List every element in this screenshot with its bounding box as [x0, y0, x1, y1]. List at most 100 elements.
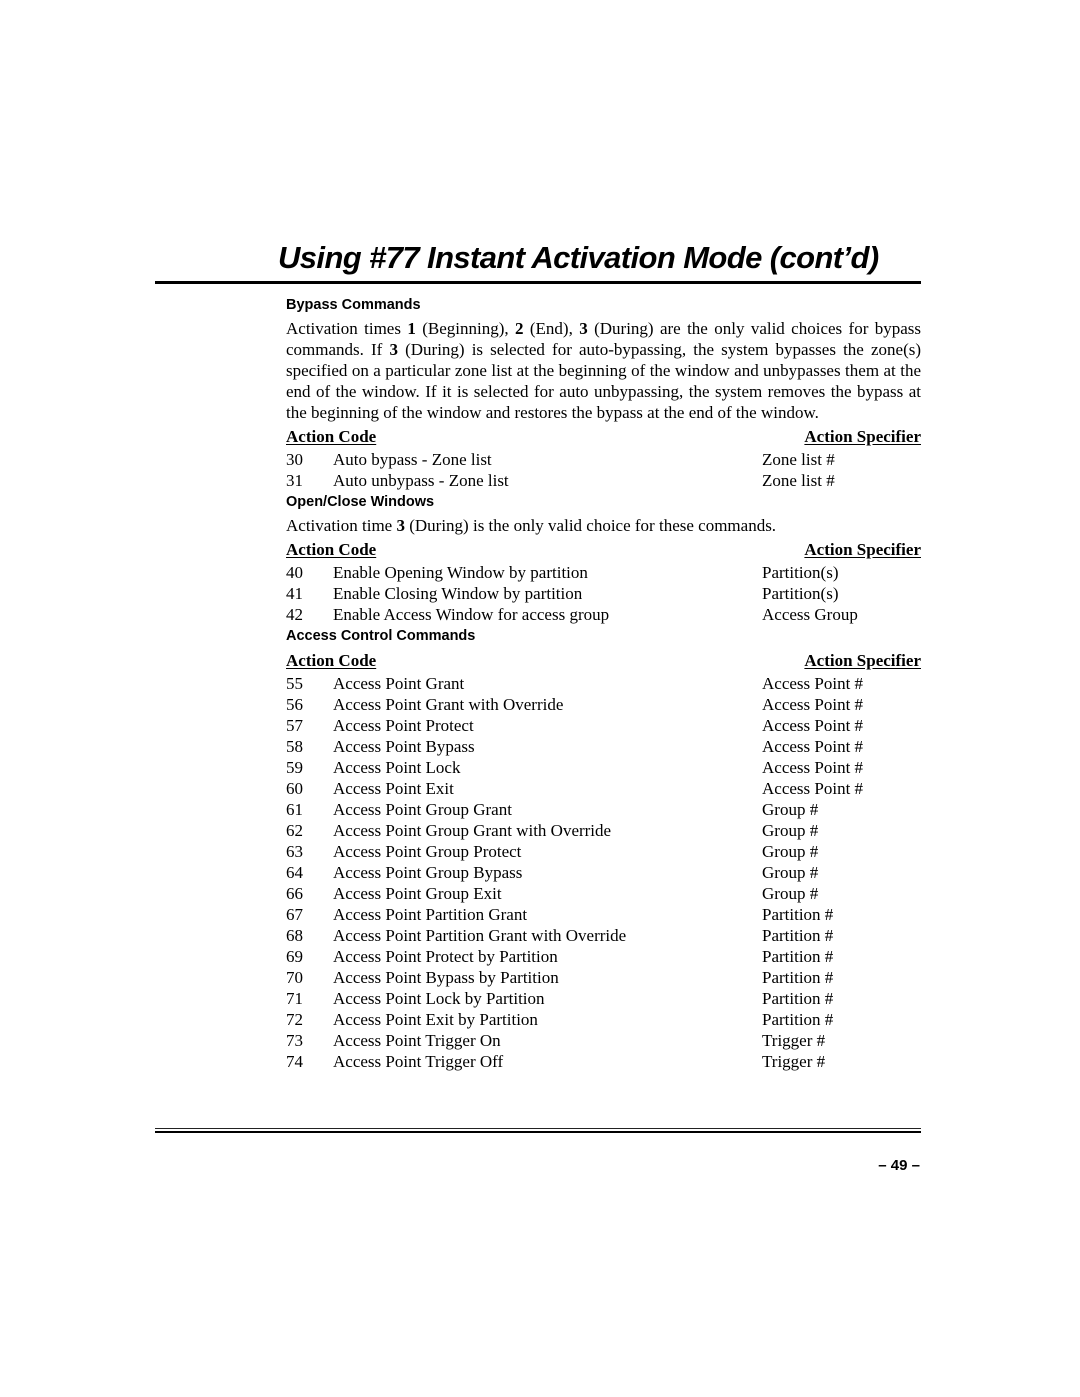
action-code: 55 — [286, 674, 303, 693]
table-row: 66 Access Point Group Exit Group # — [286, 883, 921, 904]
bold-number: 2 — [515, 319, 524, 338]
action-description: Access Point Lock — [333, 758, 461, 777]
bold-number: 3 — [396, 516, 405, 535]
action-specifier: Access Point # — [762, 674, 864, 693]
action-specifier: Zone list # — [762, 450, 835, 469]
action-code: 56 — [286, 695, 303, 714]
table-row: 69 Access Point Protect by Partition Parti… — [286, 946, 921, 967]
header-action-code: Action Code — [286, 540, 377, 559]
action-code: 67 — [286, 905, 303, 924]
page-number: – 49 – — [878, 1157, 920, 1174]
action-code: 60 — [286, 779, 303, 798]
action-code: 71 — [286, 989, 303, 1008]
section-open-close-windows: Open/Close Windows Activation time 3 (Du… — [286, 491, 921, 625]
action-description: Access Point Trigger Off — [333, 1052, 504, 1071]
action-specifier: Access Group — [762, 605, 858, 624]
section-paragraph: Activation time 3 (During) is the only v… — [286, 516, 777, 535]
action-code: 66 — [286, 884, 303, 903]
action-specifier: Partition # — [762, 947, 834, 966]
action-table: 30 Auto bypass - Zone list Zone list # 31 Au… — [286, 449, 921, 491]
page-content: Bypass Commands Activation times 1 (Begi… — [286, 294, 921, 1072]
action-description: Access Point Group Exit — [333, 884, 502, 903]
action-specifier: Access Point # — [762, 716, 864, 735]
table-row: 59 Access Point Lock Access Point # — [286, 757, 921, 778]
action-description: Access Point Partition Grant with Overri… — [333, 926, 627, 945]
action-description: Access Point Protect by Partition — [333, 947, 558, 966]
action-code: 31 — [286, 471, 303, 490]
action-specifier: Group # — [762, 884, 819, 903]
action-code: 62 — [286, 821, 303, 840]
action-specifier: Partition # — [762, 968, 834, 987]
action-code: 57 — [286, 716, 303, 735]
table-row: 57 Access Point Protect Access Point # — [286, 715, 921, 736]
footer-rule — [155, 1128, 921, 1133]
action-description: Auto bypass - Zone list — [333, 450, 492, 469]
action-specifier: Trigger # — [762, 1052, 826, 1071]
table-row: 72 Access Point Exit by Partition Partitio… — [286, 1009, 921, 1030]
table-row: 40 Enable Opening Window by partition Part… — [286, 562, 921, 583]
title-rule — [155, 281, 921, 284]
header-action-code: Action Code — [286, 651, 377, 670]
bold-number: 1 — [407, 319, 416, 338]
action-code: 70 — [286, 968, 303, 987]
action-description: Access Point Trigger On — [333, 1031, 501, 1050]
action-specifier: Access Point # — [762, 758, 864, 777]
section-heading: Open/Close Windows — [286, 494, 435, 510]
action-specifier: Group # — [762, 800, 819, 819]
section-access-control-commands: Access Control Commands Action Code Acti… — [286, 625, 921, 1072]
action-code: 61 — [286, 800, 303, 819]
table-row: 56 Access Point Grant with Override Access… — [286, 694, 921, 715]
table-row: 68 Access Point Partition Grant with Over… — [286, 925, 921, 946]
table-header: Action Code Action Specifier — [286, 649, 921, 673]
table-row: 67 Access Point Partition Grant Partition … — [286, 904, 921, 925]
action-code: 40 — [286, 563, 303, 582]
action-specifier: Access Point # — [762, 737, 864, 756]
page-title: Using #77 Instant Activation Mode (cont’… — [278, 240, 879, 275]
action-description: Access Point Group Grant — [333, 800, 512, 819]
action-code: 58 — [286, 737, 303, 756]
action-description: Auto unbypass - Zone list — [333, 471, 509, 490]
table-row: 62 Access Point Group Grant with Override… — [286, 820, 921, 841]
action-description: Access Point Exit — [333, 779, 454, 798]
action-specifier: Group # — [762, 821, 819, 840]
header-action-code: Action Code — [286, 427, 377, 446]
header-action-specifier: Action Specifier — [804, 540, 921, 559]
action-code: 63 — [286, 842, 303, 861]
action-specifier: Zone list # — [762, 471, 835, 490]
action-specifier: Access Point # — [762, 695, 864, 714]
action-code: 30 — [286, 450, 303, 469]
action-specifier: Access Point # — [762, 779, 864, 798]
action-specifier: Trigger # — [762, 1031, 826, 1050]
action-code: 64 — [286, 863, 303, 882]
action-code: 68 — [286, 926, 303, 945]
action-description: Access Point Group Bypass — [333, 863, 523, 882]
action-table: 55 Access Point Grant Access Point # 56 Acce… — [286, 673, 921, 1072]
action-code: 69 — [286, 947, 303, 966]
action-code: 72 — [286, 1010, 303, 1029]
action-code: 42 — [286, 605, 303, 624]
action-specifier: Partition(s) — [762, 584, 839, 603]
action-code: 59 — [286, 758, 303, 777]
action-description: Enable Closing Window by partition — [333, 584, 583, 603]
action-description: Access Point Lock by Partition — [333, 989, 545, 1008]
header-action-specifier: Action Specifier — [804, 427, 921, 446]
action-description: Access Point Exit by Partition — [333, 1010, 538, 1029]
action-specifier: Partition(s) — [762, 563, 839, 582]
table-row: 73 Access Point Trigger On Trigger # — [286, 1030, 921, 1051]
section-paragraph: Activation times 1 (Beginning), 2 (End),… — [286, 319, 922, 422]
bold-number: 3 — [389, 340, 398, 359]
section-bypass-commands: Bypass Commands Activation times 1 (Begi… — [286, 294, 921, 491]
bold-number: 3 — [579, 319, 588, 338]
action-specifier: Group # — [762, 842, 819, 861]
action-description: Access Point Partition Grant — [333, 905, 528, 924]
action-description: Access Point Bypass by Partition — [333, 968, 559, 987]
table-row: 58 Access Point Bypass Access Point # — [286, 736, 921, 757]
action-description: Enable Access Window for access group — [333, 605, 610, 624]
table-header: Action Code Action Specifier — [286, 425, 921, 449]
action-code: 41 — [286, 584, 303, 603]
action-description: Access Point Grant — [333, 674, 465, 693]
table-row: 55 Access Point Grant Access Point # — [286, 673, 921, 694]
table-row: 70 Access Point Bypass by Partition Partit… — [286, 967, 921, 988]
table-row: 71 Access Point Lock by Partition Partitio… — [286, 988, 921, 1009]
section-heading: Bypass Commands — [286, 297, 421, 313]
